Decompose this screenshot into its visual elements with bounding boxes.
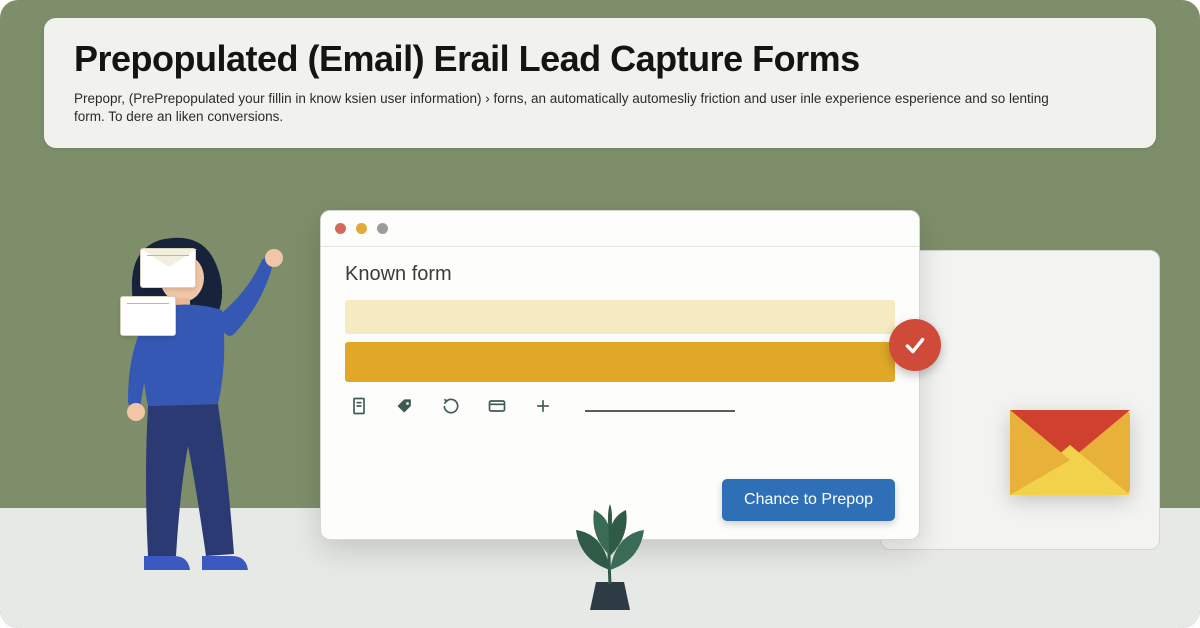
window-close-dot[interactable] (335, 223, 346, 234)
plant-decoration (560, 500, 660, 620)
refresh-icon[interactable] (441, 396, 461, 416)
page-subtitle: Prepopr, (PrePrepopulated your fillin in… (74, 90, 1074, 126)
header-card: Prepopulated (Email) Erail Lead Capture … (44, 18, 1156, 148)
form-area: Known form (321, 247, 919, 434)
form-toolbar (345, 396, 895, 416)
document-icon[interactable] (349, 396, 369, 416)
tag-icon[interactable] (395, 396, 415, 416)
form-field-1[interactable] (345, 300, 895, 334)
mini-envelope-icon (140, 248, 196, 288)
mini-envelope-icon (120, 296, 176, 336)
blank-input-line[interactable] (585, 410, 735, 412)
mail-envelope-icon (1010, 400, 1130, 495)
form-field-2[interactable] (345, 342, 895, 382)
form-title: Known form (345, 263, 895, 286)
cta-wrap: Chance to Prepop (722, 479, 895, 521)
hero-illustration: Prepopulated (Email) Erail Lead Capture … (0, 0, 1200, 628)
page-title: Prepopulated (Email) Erail Lead Capture … (74, 38, 1126, 80)
window-maximize-dot[interactable] (377, 223, 388, 234)
browser-window: Known form (320, 210, 920, 540)
window-minimize-dot[interactable] (356, 223, 367, 234)
window-titlebar (321, 211, 919, 247)
plus-icon[interactable] (533, 396, 553, 416)
card-icon[interactable] (487, 396, 507, 416)
success-check-badge (889, 319, 941, 371)
cta-button[interactable]: Chance to Prepop (722, 479, 895, 521)
